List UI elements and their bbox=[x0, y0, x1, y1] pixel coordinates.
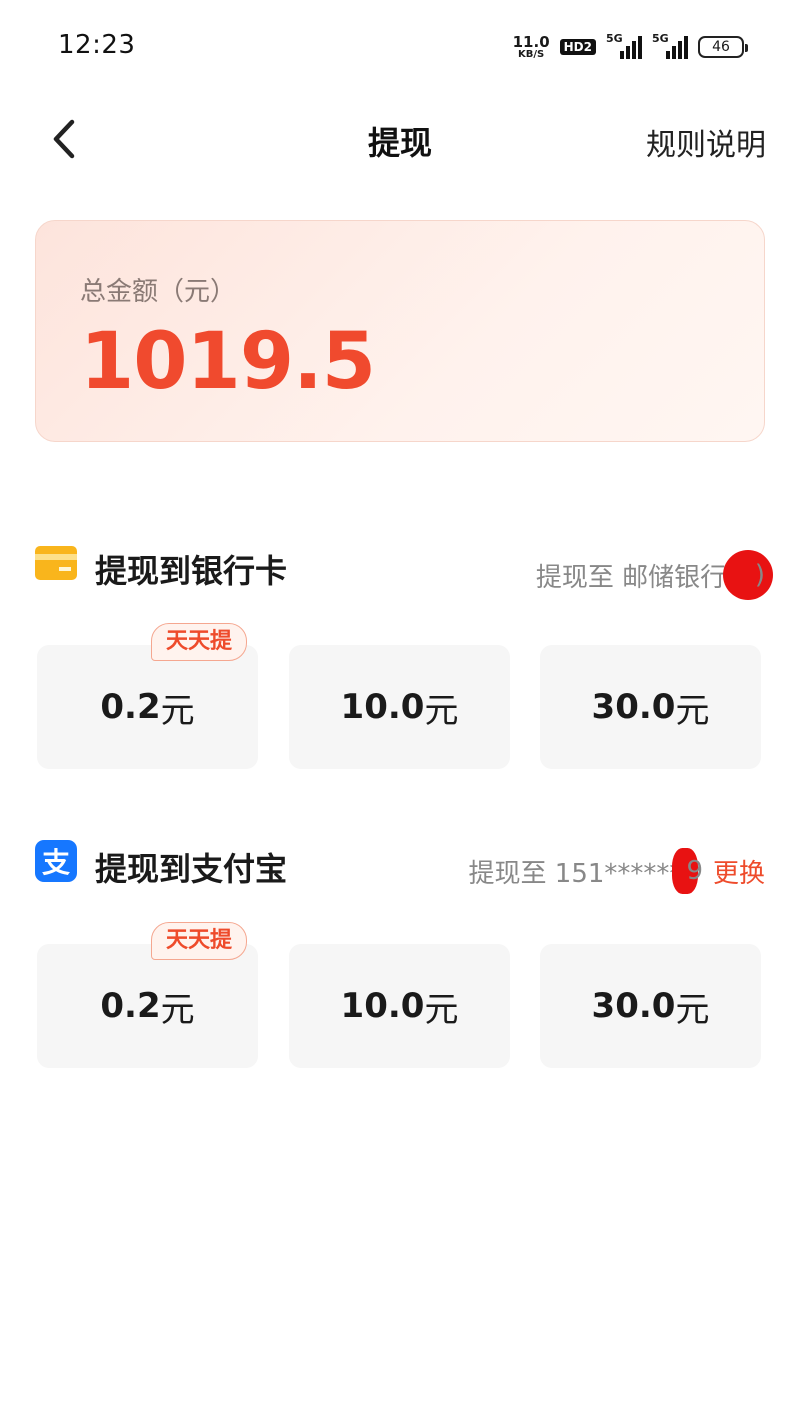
daily-withdraw-badge: 天天提 bbox=[151, 623, 248, 662]
bank-amount-option-3[interactable]: 30.0 元 bbox=[540, 645, 761, 769]
amount-unit: 元 bbox=[675, 989, 710, 1030]
battery-level: 46 bbox=[712, 39, 730, 55]
bank-section-title: 提现到银行卡 bbox=[95, 552, 288, 590]
bank-target-text: 提现至 邮储银行(4 bbox=[535, 562, 753, 593]
rules-link[interactable]: 规则说明 bbox=[646, 120, 766, 164]
alipay-target-account: 提现至 151****** 9 更换 bbox=[469, 848, 765, 894]
signal-icon-secondary: 5G bbox=[652, 32, 688, 59]
redaction-mark bbox=[722, 550, 773, 600]
bank-card-icon bbox=[35, 546, 77, 580]
bank-target-suffix: ) bbox=[754, 560, 765, 590]
amount-value: 0.2 bbox=[100, 687, 161, 727]
network-speed-unit: KB/S bbox=[518, 48, 545, 60]
alipay-amount-option-2[interactable]: 10.0 元 bbox=[289, 944, 510, 1068]
balance-label: 总金额（元） bbox=[80, 277, 237, 307]
amount-value: 30.0 bbox=[591, 687, 676, 727]
amount-value: 30.0 bbox=[591, 986, 676, 1026]
signal-5g-tag: 5G bbox=[606, 32, 623, 45]
amount-unit: 元 bbox=[675, 690, 710, 731]
alipay-amount-option-1[interactable]: 0.2 元 天天提 bbox=[37, 922, 258, 1068]
balance-amount: 1019.5 bbox=[80, 317, 376, 407]
bank-section-header: 提现到银行卡 提现至 邮储银行(4 ) bbox=[35, 542, 773, 600]
alipay-target-text: 提现至 151****** bbox=[468, 858, 683, 889]
alipay-section-header: 支 提现到支付宝 提现至 151****** 9 更换 bbox=[35, 840, 765, 894]
bank-amount-options: 0.2 元 天天提 10.0 元 30.0 元 bbox=[37, 623, 763, 769]
alipay-section-title: 提现到支付宝 bbox=[95, 850, 288, 888]
alipay-amount-option-3[interactable]: 30.0 元 bbox=[540, 944, 761, 1068]
nav-bar: 提现 规则说明 bbox=[0, 100, 800, 180]
amount-value: 10.0 bbox=[340, 986, 425, 1026]
signal-5g-tag-secondary: 5G bbox=[652, 32, 669, 45]
signal-icon: 5G bbox=[606, 32, 642, 59]
status-icons: 11.0 KB/S HD2 5G 5G 46 bbox=[512, 32, 748, 62]
daily-withdraw-badge: 天天提 bbox=[151, 922, 248, 961]
bank-amount-option-1[interactable]: 0.2 元 天天提 bbox=[37, 623, 258, 769]
hd-voice-icon: HD2 bbox=[559, 39, 596, 55]
balance-card: 总金额（元） 1019.5 bbox=[35, 220, 765, 442]
alipay-amount-options: 0.2 元 天天提 10.0 元 30.0 元 bbox=[37, 922, 763, 1068]
status-time: 12:23 bbox=[58, 30, 136, 60]
amount-value: 0.2 bbox=[100, 986, 161, 1026]
amount-value: 10.0 bbox=[340, 687, 425, 727]
change-account-link[interactable]: 更换 bbox=[713, 853, 765, 890]
amount-unit: 元 bbox=[424, 989, 459, 1030]
alipay-target-suffix: 9 bbox=[686, 856, 703, 886]
network-speed: 11.0 KB/S bbox=[512, 32, 550, 60]
amount-unit: 元 bbox=[160, 989, 195, 1030]
bank-target-account[interactable]: 提现至 邮储银行(4 ) bbox=[535, 550, 773, 600]
alipay-icon: 支 bbox=[35, 840, 77, 882]
status-bar: 12:23 11.0 KB/S HD2 5G 5G 46 bbox=[0, 0, 800, 92]
bank-amount-option-2[interactable]: 10.0 元 bbox=[289, 645, 510, 769]
battery-icon: 46 bbox=[698, 36, 748, 58]
amount-unit: 元 bbox=[424, 690, 459, 731]
amount-unit: 元 bbox=[160, 690, 195, 731]
network-speed-value: 11.0 bbox=[512, 32, 550, 51]
